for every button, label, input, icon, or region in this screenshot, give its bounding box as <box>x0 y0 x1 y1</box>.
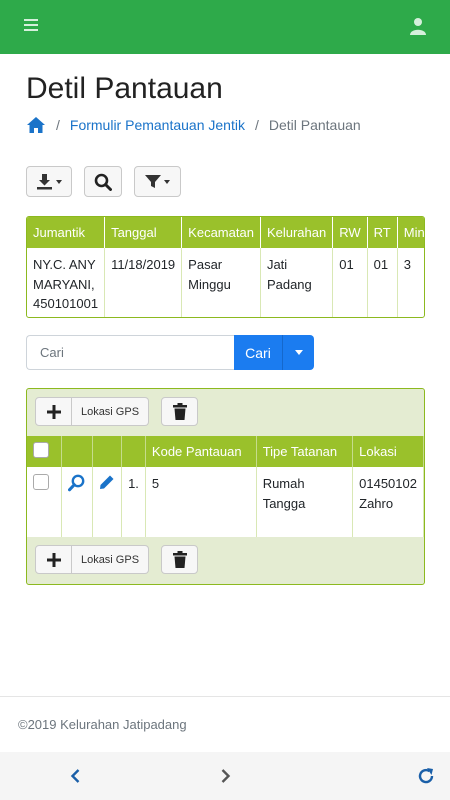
grid-toolbar-top: Lokasi GPS <box>35 397 198 426</box>
plus-icon <box>46 552 61 567</box>
cell-minggu: 3 <box>397 248 424 317</box>
pantauan-detail-table: Kode Pantauan Tipe Tatanan Lokasi 1. 5 R… <box>27 436 424 537</box>
col-rw[interactable]: RW <box>332 217 368 248</box>
add-button[interactable] <box>35 545 72 574</box>
search-button[interactable]: Cari <box>234 335 282 370</box>
breadcrumb-separator: / <box>56 117 60 133</box>
delete-button[interactable] <box>161 397 198 426</box>
gps-location-button[interactable]: Lokasi GPS <box>72 397 149 426</box>
search-toggle-button[interactable] <box>84 166 122 197</box>
plus-icon <box>46 404 61 419</box>
col-tanggal[interactable]: Tanggal <box>104 217 183 248</box>
breadcrumb-current: Detil Pantauan <box>268 117 361 133</box>
delete-button[interactable] <box>161 545 198 574</box>
cell-rw: 01 <box>332 248 368 317</box>
row-edit-cell <box>92 467 123 537</box>
user-icon[interactable] <box>410 17 426 35</box>
footer-copyright: ©2019 Kelurahan Jatipadang <box>18 717 187 732</box>
add-button[interactable] <box>35 397 72 426</box>
col-edit <box>92 436 123 467</box>
breadcrumb-separator: / <box>254 117 259 133</box>
cell-tipe-tatanan: Rumah Tangga <box>256 467 354 537</box>
col-view <box>61 436 94 467</box>
grid-header-row: Kode Pantauan Tipe Tatanan Lokasi <box>27 436 424 467</box>
filter-icon <box>145 175 161 188</box>
action-toolbar <box>26 166 193 197</box>
row-select-cell <box>27 467 63 537</box>
pantauan-info-table: Jumantik Tanggal Kecamatan Kelurahan RW … <box>26 216 425 318</box>
chevron-right-icon[interactable] <box>215 766 235 786</box>
export-button[interactable] <box>26 166 72 197</box>
col-tipe-tatanan[interactable]: Tipe Tatanan <box>256 436 354 467</box>
breadcrumb: / Formulir Pemantauan Jentik / Detil Pan… <box>26 114 361 136</box>
download-icon <box>37 174 52 190</box>
gps-location-button[interactable]: Lokasi GPS <box>72 545 149 574</box>
table-row: NY.C. ANY MARYANI, 450101001 11/18/2019 … <box>27 248 424 317</box>
search-icon <box>94 173 112 191</box>
chevron-down-icon <box>56 179 62 184</box>
cell-rt: 01 <box>367 248 398 317</box>
col-kecamatan[interactable]: Kecamatan <box>181 217 261 248</box>
cell-tanggal: 11/18/2019 <box>104 248 183 317</box>
chevron-down-icon <box>164 179 170 184</box>
search-group: Cari <box>26 335 314 370</box>
breadcrumb-link-formulir[interactable]: Formulir Pemantauan Jentik <box>70 117 245 133</box>
browser-nav-bar <box>0 752 450 800</box>
cell-kecamatan: Pasar Minggu <box>181 248 261 317</box>
info-header-row: Jumantik Tanggal Kecamatan Kelurahan RW … <box>27 217 424 248</box>
filter-button[interactable] <box>134 166 181 197</box>
cell-lokasi: 01450102 Zahro <box>352 467 424 537</box>
home-icon[interactable] <box>26 116 46 134</box>
top-app-bar <box>0 0 450 54</box>
col-number <box>121 436 146 467</box>
cell-kelurahan: Jati Padang <box>260 248 334 317</box>
page-footer: ©2019 Kelurahan Jatipadang <box>0 696 450 752</box>
col-rt[interactable]: RT <box>367 217 398 248</box>
col-kode-pantauan[interactable]: Kode Pantauan <box>145 436 257 467</box>
hamburger-icon[interactable] <box>24 19 38 33</box>
col-jumantik[interactable]: Jumantik <box>27 217 106 248</box>
search-input[interactable] <box>26 335 234 370</box>
cell-row-number: 1. <box>121 467 146 537</box>
pencil-icon[interactable] <box>99 474 115 490</box>
cell-jumantik: NY.C. ANY MARYANI, 450101001 <box>27 248 106 317</box>
row-view-cell <box>61 467 94 537</box>
detail-grid-panel: Lokasi GPS Kode Pantauan Tipe Tatanan Lo… <box>26 388 425 585</box>
col-lokasi[interactable]: Lokasi <box>352 436 424 467</box>
trash-icon <box>172 551 187 568</box>
chevron-down-icon <box>294 350 303 355</box>
select-all-checkbox[interactable] <box>33 442 49 458</box>
chevron-left-icon[interactable] <box>66 766 86 786</box>
col-kelurahan[interactable]: Kelurahan <box>260 217 334 248</box>
magnifier-icon[interactable] <box>68 474 86 492</box>
select-all-cell <box>27 436 63 467</box>
refresh-icon[interactable] <box>416 766 436 786</box>
row-checkbox[interactable] <box>33 474 49 490</box>
grid-toolbar-bottom: Lokasi GPS <box>35 545 198 574</box>
search-options-dropdown[interactable] <box>282 335 314 370</box>
col-minggu[interactable]: Ming <box>397 217 424 248</box>
page-title: Detil Pantauan <box>26 72 223 105</box>
cell-kode-pantauan: 5 <box>145 467 257 537</box>
table-row: 1. 5 Rumah Tangga 01450102 Zahro <box>27 467 424 537</box>
trash-icon <box>172 403 187 420</box>
